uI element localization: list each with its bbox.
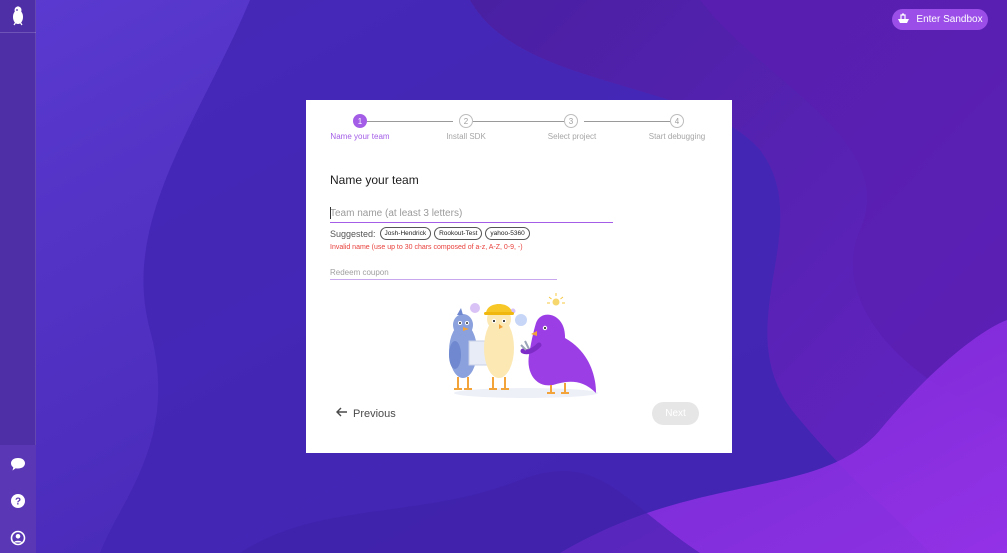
account-icon[interactable] bbox=[0, 526, 36, 550]
coupon-input[interactable] bbox=[330, 265, 557, 280]
step-2-label: Install SDK bbox=[446, 132, 486, 141]
step-connector bbox=[584, 121, 670, 122]
step-connector bbox=[367, 121, 453, 122]
next-button[interactable]: Next bbox=[652, 402, 699, 425]
svg-text:?: ? bbox=[15, 497, 21, 508]
step-3-label: Select project bbox=[547, 132, 597, 141]
birds-illustration bbox=[441, 293, 601, 398]
step-1-indicator: 1 bbox=[353, 114, 367, 128]
page-title: Name your team bbox=[330, 173, 419, 187]
suggested-label: Suggested: bbox=[330, 228, 376, 239]
logo-icon[interactable] bbox=[0, 0, 36, 33]
team-name-input[interactable] bbox=[330, 205, 613, 223]
validation-error: Invalid name (use up to 30 chars compose… bbox=[330, 244, 523, 251]
sidebar: ? bbox=[0, 0, 36, 553]
text-cursor bbox=[330, 207, 331, 219]
step-4-indicator: 4 bbox=[670, 114, 684, 128]
arrow-left-icon bbox=[336, 407, 348, 420]
suggestions-row: Suggested: Josh-Hendrick Rookout-Test ya… bbox=[330, 227, 530, 240]
step-1-label: Name your team bbox=[330, 132, 390, 141]
help-icon[interactable]: ? bbox=[0, 489, 36, 513]
suggestion-chip[interactable]: Rookout-Test bbox=[434, 227, 483, 240]
suggestion-chip[interactable]: Josh-Hendrick bbox=[379, 227, 432, 240]
progress-stepper: 1 2 3 4 Name your team Install SDK Selec… bbox=[306, 114, 732, 144]
sandbox-boat-icon bbox=[897, 12, 910, 27]
chat-icon[interactable] bbox=[0, 452, 36, 476]
step-3-indicator: 3 bbox=[564, 114, 578, 128]
onboarding-card: 1 2 3 4 Name your team Install SDK Selec… bbox=[306, 100, 732, 453]
enter-sandbox-button[interactable]: Enter Sandbox bbox=[892, 9, 988, 30]
previous-label: Previous bbox=[353, 407, 396, 420]
previous-button[interactable]: Previous bbox=[336, 407, 396, 420]
step-connector bbox=[473, 121, 564, 122]
sandbox-label: Enter Sandbox bbox=[916, 14, 983, 25]
step-2-indicator: 2 bbox=[459, 114, 473, 128]
suggestion-chip[interactable]: yahoo-5360 bbox=[485, 227, 530, 240]
step-4-label: Start debugging bbox=[648, 132, 706, 141]
